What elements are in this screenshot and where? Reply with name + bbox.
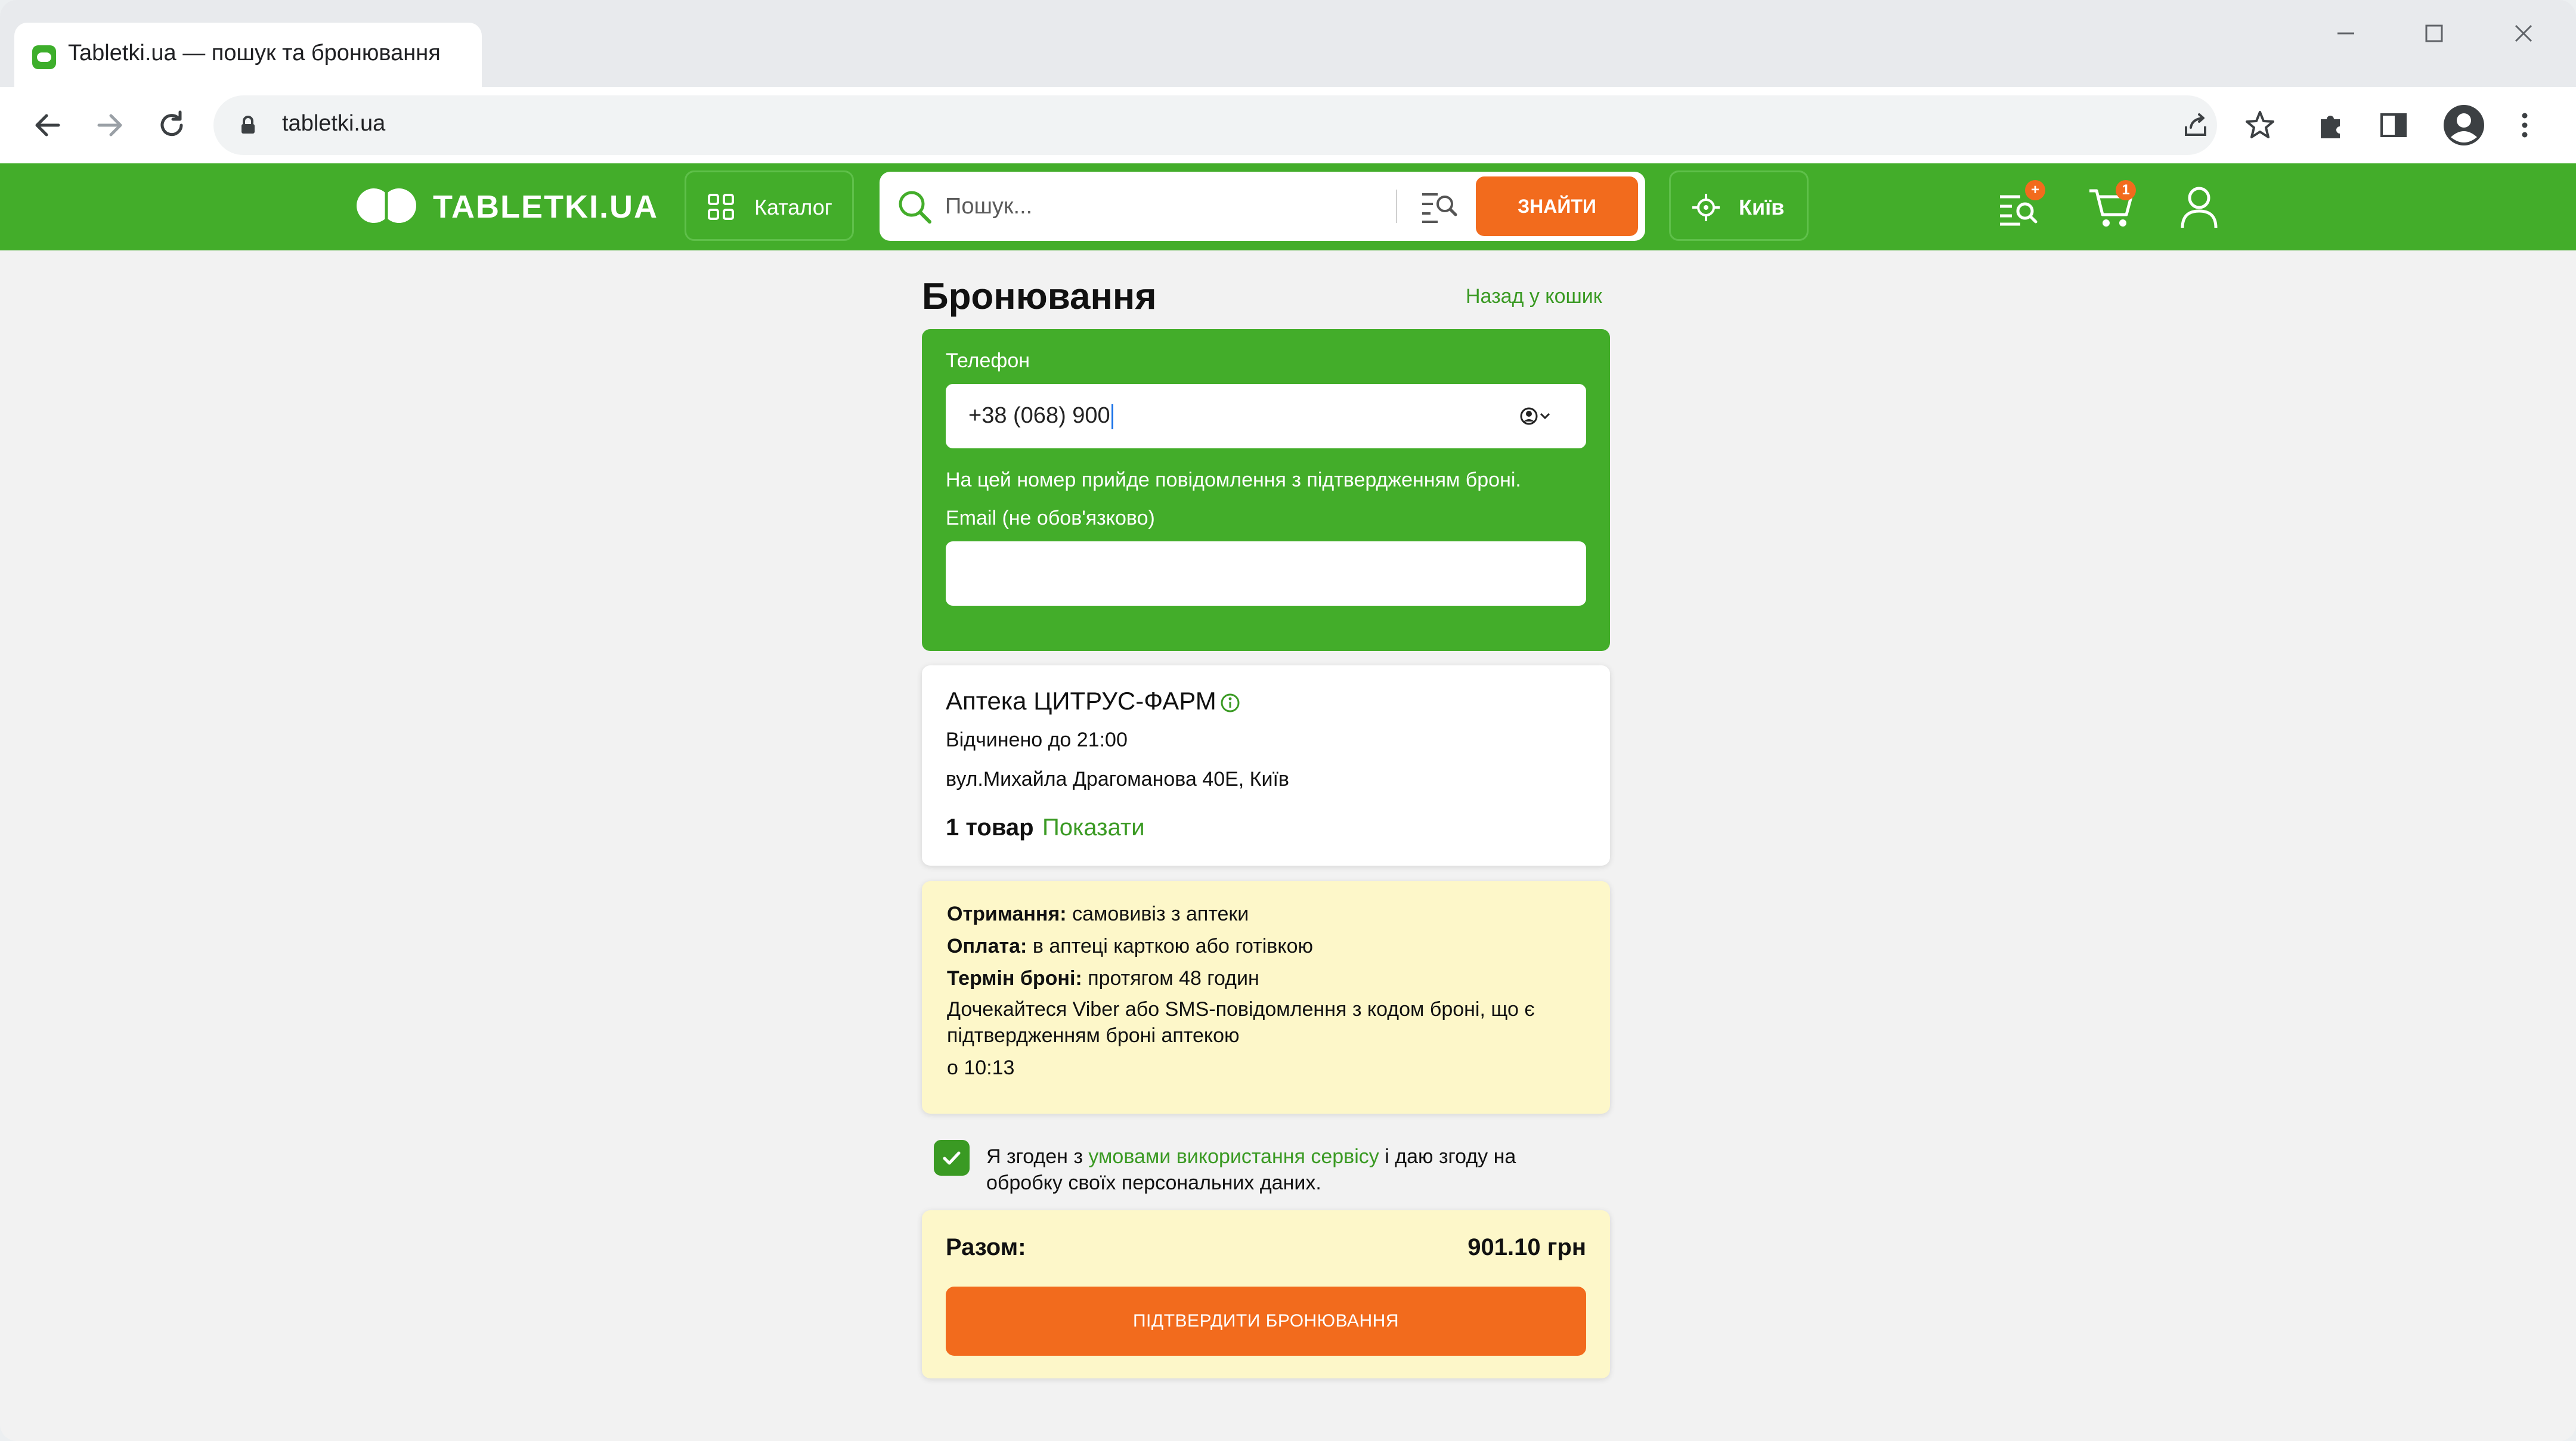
maximize-icon[interactable] [2416,16,2452,51]
catalog-button[interactable]: Каталог [685,171,854,241]
minimize-icon[interactable] [2328,16,2364,51]
city-label: Київ [1739,195,1785,219]
phone-field[interactable]: +38 (068) 900 [946,384,1586,448]
pharmacy-name: Аптека ЦИТРУС-ФАРМ [946,687,1216,715]
back-to-cart-link[interactable]: Назад у кошик [1466,285,1602,308]
email-field[interactable] [946,541,1586,606]
total-amount: 901.10 грн [1467,1234,1586,1260]
profile-avatar-icon[interactable] [2440,101,2488,149]
extensions-puzzle-icon[interactable] [2308,101,2355,149]
lock-icon [242,116,255,134]
pickup-line: Отримання: самовивіз з аптеки [947,903,1249,925]
browser-window: Tabletki.ua — пошук та бронювання tablet… [0,0,2576,1441]
search-filter-icon[interactable] [1420,188,1458,224]
confirm-booking-button[interactable]: ПІДТВЕРДИТИ БРОНЮВАННЯ [946,1287,1586,1356]
text-caret [1111,404,1113,429]
catalog-label: Каталог [754,195,832,219]
cart-count-badge: 1 [2116,180,2136,200]
grid-icon [708,194,734,220]
booking-time: о 10:13 [947,1056,1015,1079]
city-selector-button[interactable]: Київ [1669,171,1809,241]
agreement-text: Я згоден з умовами використання сервісу … [986,1145,1516,1194]
note-line-1: Дочекайтеся Viber або SMS-повідомлення з… [947,998,1535,1021]
requests-badge: + [2025,180,2045,200]
show-items-link[interactable]: Показати [1042,814,1145,841]
phone-hint: На цей номер прийде повідомлення з підтв… [946,469,1521,491]
info-icon[interactable] [1220,693,1240,713]
payment-line: Оплата: в аптеці карткою або готівкою [947,935,1314,957]
tab-title: Tabletki.ua — пошук та бронювання [68,41,441,66]
pharmacy-address: вул.Михайла Драгоманова 40Е, Київ [946,768,1289,791]
location-target-icon [1692,194,1720,221]
forward-arrow-icon[interactable] [86,101,134,149]
site-header: TABLETKI.UA Каталог ЗНАЙТИ [0,163,2576,250]
items-count: 1 товар [946,814,1034,841]
user-account-icon[interactable] [2173,180,2225,233]
browser-tab[interactable]: Tabletki.ua — пошук та бронювання [14,23,482,87]
pharmacy-card: Аптека ЦИТРУС-ФАРМ Відчинено до 21:00 ву… [922,665,1610,866]
cart-icon[interactable]: 1 [2085,180,2137,233]
phone-label: Телефон [946,349,1030,372]
contact-picker-icon[interactable] [1518,404,1554,428]
booking-terms-card: Отримання: самовивіз з аптеки Оплата: в … [922,881,1610,1114]
tab-strip: Tabletki.ua — пошук та бронювання [0,0,2576,87]
term-line: Термін броні: протягом 48 годин [947,967,1259,990]
agreement-checkbox[interactable] [934,1140,970,1176]
total-card: Разом: 901.10 грн ПІДТВЕРДИТИ БРОНЮВАННЯ [922,1210,1610,1378]
total-label: Разом: [946,1234,1026,1260]
email-label: Email (не обов'язково) [946,507,1155,529]
pharmacy-hours: Відчинено до 21:00 [946,729,1128,751]
address-bar[interactable]: tabletki.ua [213,95,2217,155]
share-icon[interactable] [2179,109,2212,142]
search-divider [1396,190,1397,223]
browser-menu-icon[interactable] [2501,101,2549,149]
search-bar: ЗНАЙТИ [880,172,1645,241]
browser-toolbar: tabletki.ua [0,87,2576,163]
agreement-row: Я згоден з умовами використання сервісу … [934,1140,1610,1200]
terms-of-service-link[interactable]: умовами використання сервісу [1088,1145,1379,1168]
requests-list-icon[interactable]: + [1994,180,2046,233]
url-text: tabletki.ua [282,111,386,136]
close-window-icon[interactable] [2506,16,2541,51]
back-arrow-icon[interactable] [24,101,72,149]
side-panel-icon[interactable] [2370,101,2417,149]
contact-form-card: Телефон +38 (068) 900 На цей номер прийд… [922,329,1610,651]
site-favicon-icon [32,45,56,69]
note-line-2: підтвердженням броні аптекою [947,1024,1240,1047]
logo-pill-icon [357,188,416,223]
phone-value: +38 (068) 900 [968,403,1110,428]
checkmark-icon [943,1151,961,1165]
page-title: Бронювання [922,276,1157,317]
reload-icon[interactable] [148,101,196,149]
logo-text: TABLETKI.UA [433,189,658,225]
search-icon [899,191,931,224]
search-submit-button[interactable]: ЗНАЙТИ [1476,176,1638,236]
bookmark-star-icon[interactable] [2236,101,2284,149]
